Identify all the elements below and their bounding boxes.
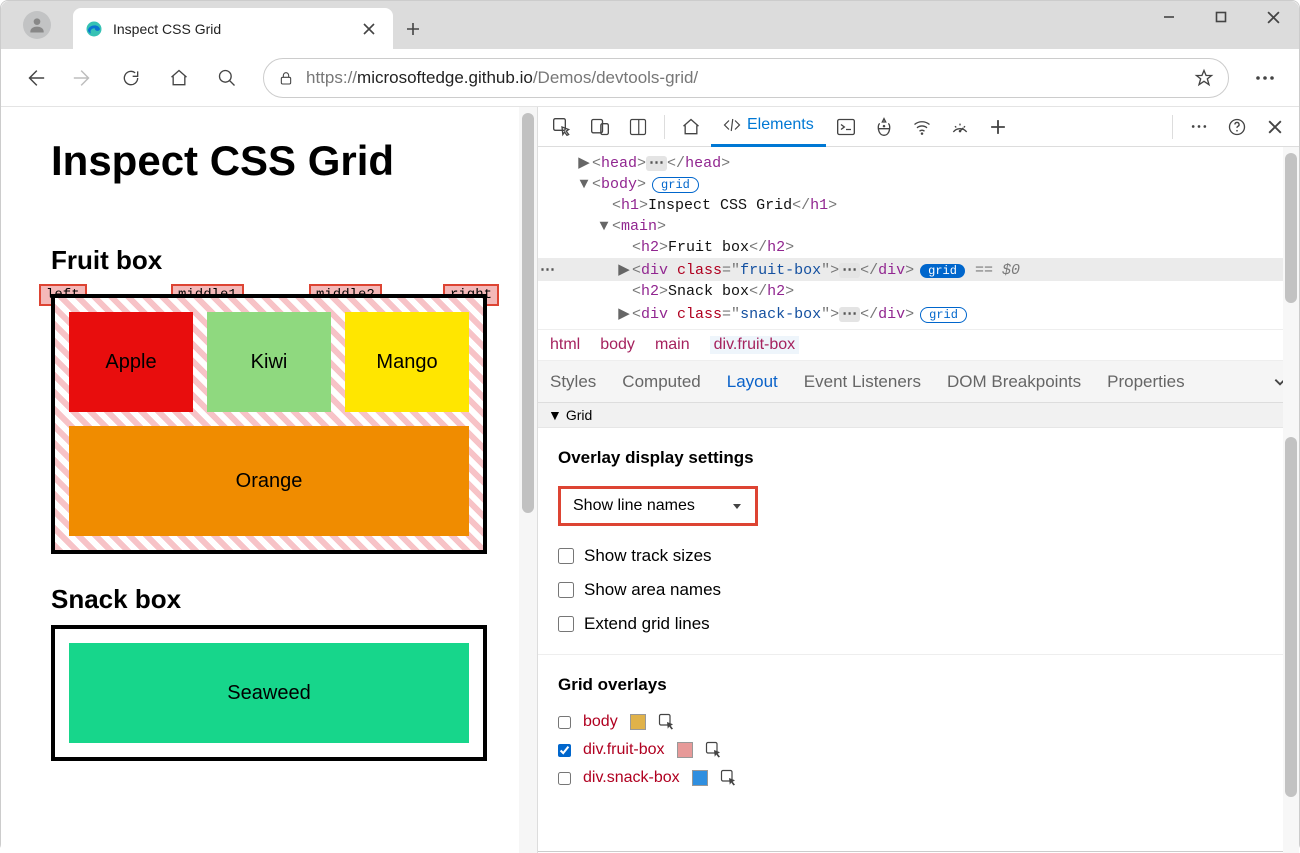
console-tab-icon[interactable] (828, 109, 864, 145)
breadcrumb-selected[interactable]: div.fruit-box (710, 336, 800, 354)
forward-button (61, 56, 105, 100)
welcome-tab-icon[interactable] (673, 109, 709, 145)
dom-tree[interactable]: ▶<head>⋯</head> ▼<body>grid <h1>Inspect … (538, 147, 1299, 329)
more-button[interactable] (1243, 56, 1287, 100)
reveal-icon[interactable] (705, 741, 723, 759)
breadcrumb[interactable]: html body main div.fruit-box (538, 329, 1299, 361)
tab-event-listeners[interactable]: Event Listeners (804, 372, 921, 392)
tab-styles[interactable]: Styles (550, 372, 596, 392)
reveal-icon[interactable] (658, 713, 676, 731)
grid-section-header[interactable]: ▼ Grid (538, 403, 1299, 428)
overlay-row-snack[interactable]: div.snack-box (558, 769, 1279, 787)
back-button[interactable] (13, 56, 57, 100)
new-tab-button[interactable] (393, 8, 433, 49)
snack-box-heading: Snack box (51, 584, 487, 615)
home-button[interactable] (157, 56, 201, 100)
tab-layout[interactable]: Layout (727, 372, 778, 392)
extend-grid-lines-checkbox[interactable]: Extend grid lines (558, 614, 1279, 634)
cell-orange: Orange (69, 426, 469, 536)
page-viewport: Inspect CSS Grid Fruit box left middle1 … (1, 107, 537, 853)
device-toggle-icon[interactable] (582, 109, 618, 145)
page-scrollbar[interactable] (522, 113, 534, 513)
page-h1: Inspect CSS Grid (51, 137, 487, 185)
grid-overlays-heading: Grid overlays (558, 675, 1279, 695)
lock-icon (278, 70, 294, 86)
devtools-panel: Elements ▶<head>⋯</head> ▼<body>grid <h1… (537, 107, 1299, 853)
tab-dom-breakpoints[interactable]: DOM Breakpoints (947, 372, 1081, 392)
window-minimize-button[interactable] (1143, 1, 1195, 33)
tab-computed[interactable]: Computed (622, 372, 700, 392)
fruit-box-grid: Apple Kiwi Mango Orange (51, 294, 487, 554)
breadcrumb-main[interactable]: main (655, 336, 690, 354)
devtools-help-icon[interactable] (1219, 109, 1255, 145)
performance-tab-icon[interactable] (942, 109, 978, 145)
devtools-scrollbar[interactable] (1283, 147, 1299, 853)
overlay-row-fruit[interactable]: div.fruit-box (558, 741, 1279, 759)
cell-seaweed: Seaweed (69, 643, 469, 743)
tab-close-button[interactable] (355, 15, 383, 43)
window-maximize-button[interactable] (1195, 1, 1247, 33)
dock-icon[interactable] (620, 109, 656, 145)
window-titlebar: Inspect CSS Grid (1, 1, 1299, 49)
layout-pane: Overlay display settings Show line names… (538, 428, 1299, 817)
address-bar[interactable]: https://microsoftedge.github.io/Demos/de… (263, 58, 1229, 98)
overlay-row-body[interactable]: body (558, 713, 1279, 731)
add-tab-icon[interactable] (980, 109, 1016, 145)
reload-button[interactable] (109, 56, 153, 100)
url-text: https://microsoftedge.github.io/Demos/de… (306, 68, 1182, 88)
breadcrumb-body[interactable]: body (600, 336, 635, 354)
cell-mango: Mango (345, 312, 469, 412)
show-area-names-checkbox[interactable]: Show area names (558, 580, 1279, 600)
breadcrumb-html[interactable]: html (550, 336, 580, 354)
window-close-button[interactable] (1247, 1, 1299, 33)
panel-tabs: Styles Computed Layout Event Listeners D… (538, 361, 1299, 403)
profile-avatar[interactable] (1, 1, 73, 49)
cell-apple: Apple (69, 312, 193, 412)
search-button[interactable] (205, 56, 249, 100)
show-track-sizes-checkbox[interactable]: Show track sizes (558, 546, 1279, 566)
favorite-icon[interactable] (1194, 68, 1214, 88)
browser-tab[interactable]: Inspect CSS Grid (73, 8, 393, 49)
fruit-box-heading: Fruit box (51, 245, 487, 276)
tab-title: Inspect CSS Grid (113, 21, 355, 37)
snack-box-grid: Seaweed (51, 625, 487, 761)
devtools-close-icon[interactable] (1257, 109, 1293, 145)
network-tab-icon[interactable] (904, 109, 940, 145)
inspect-element-icon[interactable] (544, 109, 580, 145)
reveal-icon[interactable] (720, 769, 738, 787)
browser-toolbar: https://microsoftedge.github.io/Demos/de… (1, 49, 1299, 107)
devtools-toolbar: Elements (538, 107, 1299, 147)
cell-kiwi: Kiwi (207, 312, 331, 412)
edge-icon (85, 20, 103, 38)
sources-tab-icon[interactable] (866, 109, 902, 145)
tab-properties[interactable]: Properties (1107, 372, 1184, 392)
line-names-dropdown[interactable]: Show line names (558, 486, 758, 526)
devtools-more-icon[interactable] (1181, 109, 1217, 145)
elements-tab[interactable]: Elements (711, 107, 826, 147)
dom-selected-node: ▶<div class="fruit-box">⋯</div>grid== $0 (538, 258, 1299, 281)
overlay-settings-heading: Overlay display settings (558, 448, 1279, 468)
